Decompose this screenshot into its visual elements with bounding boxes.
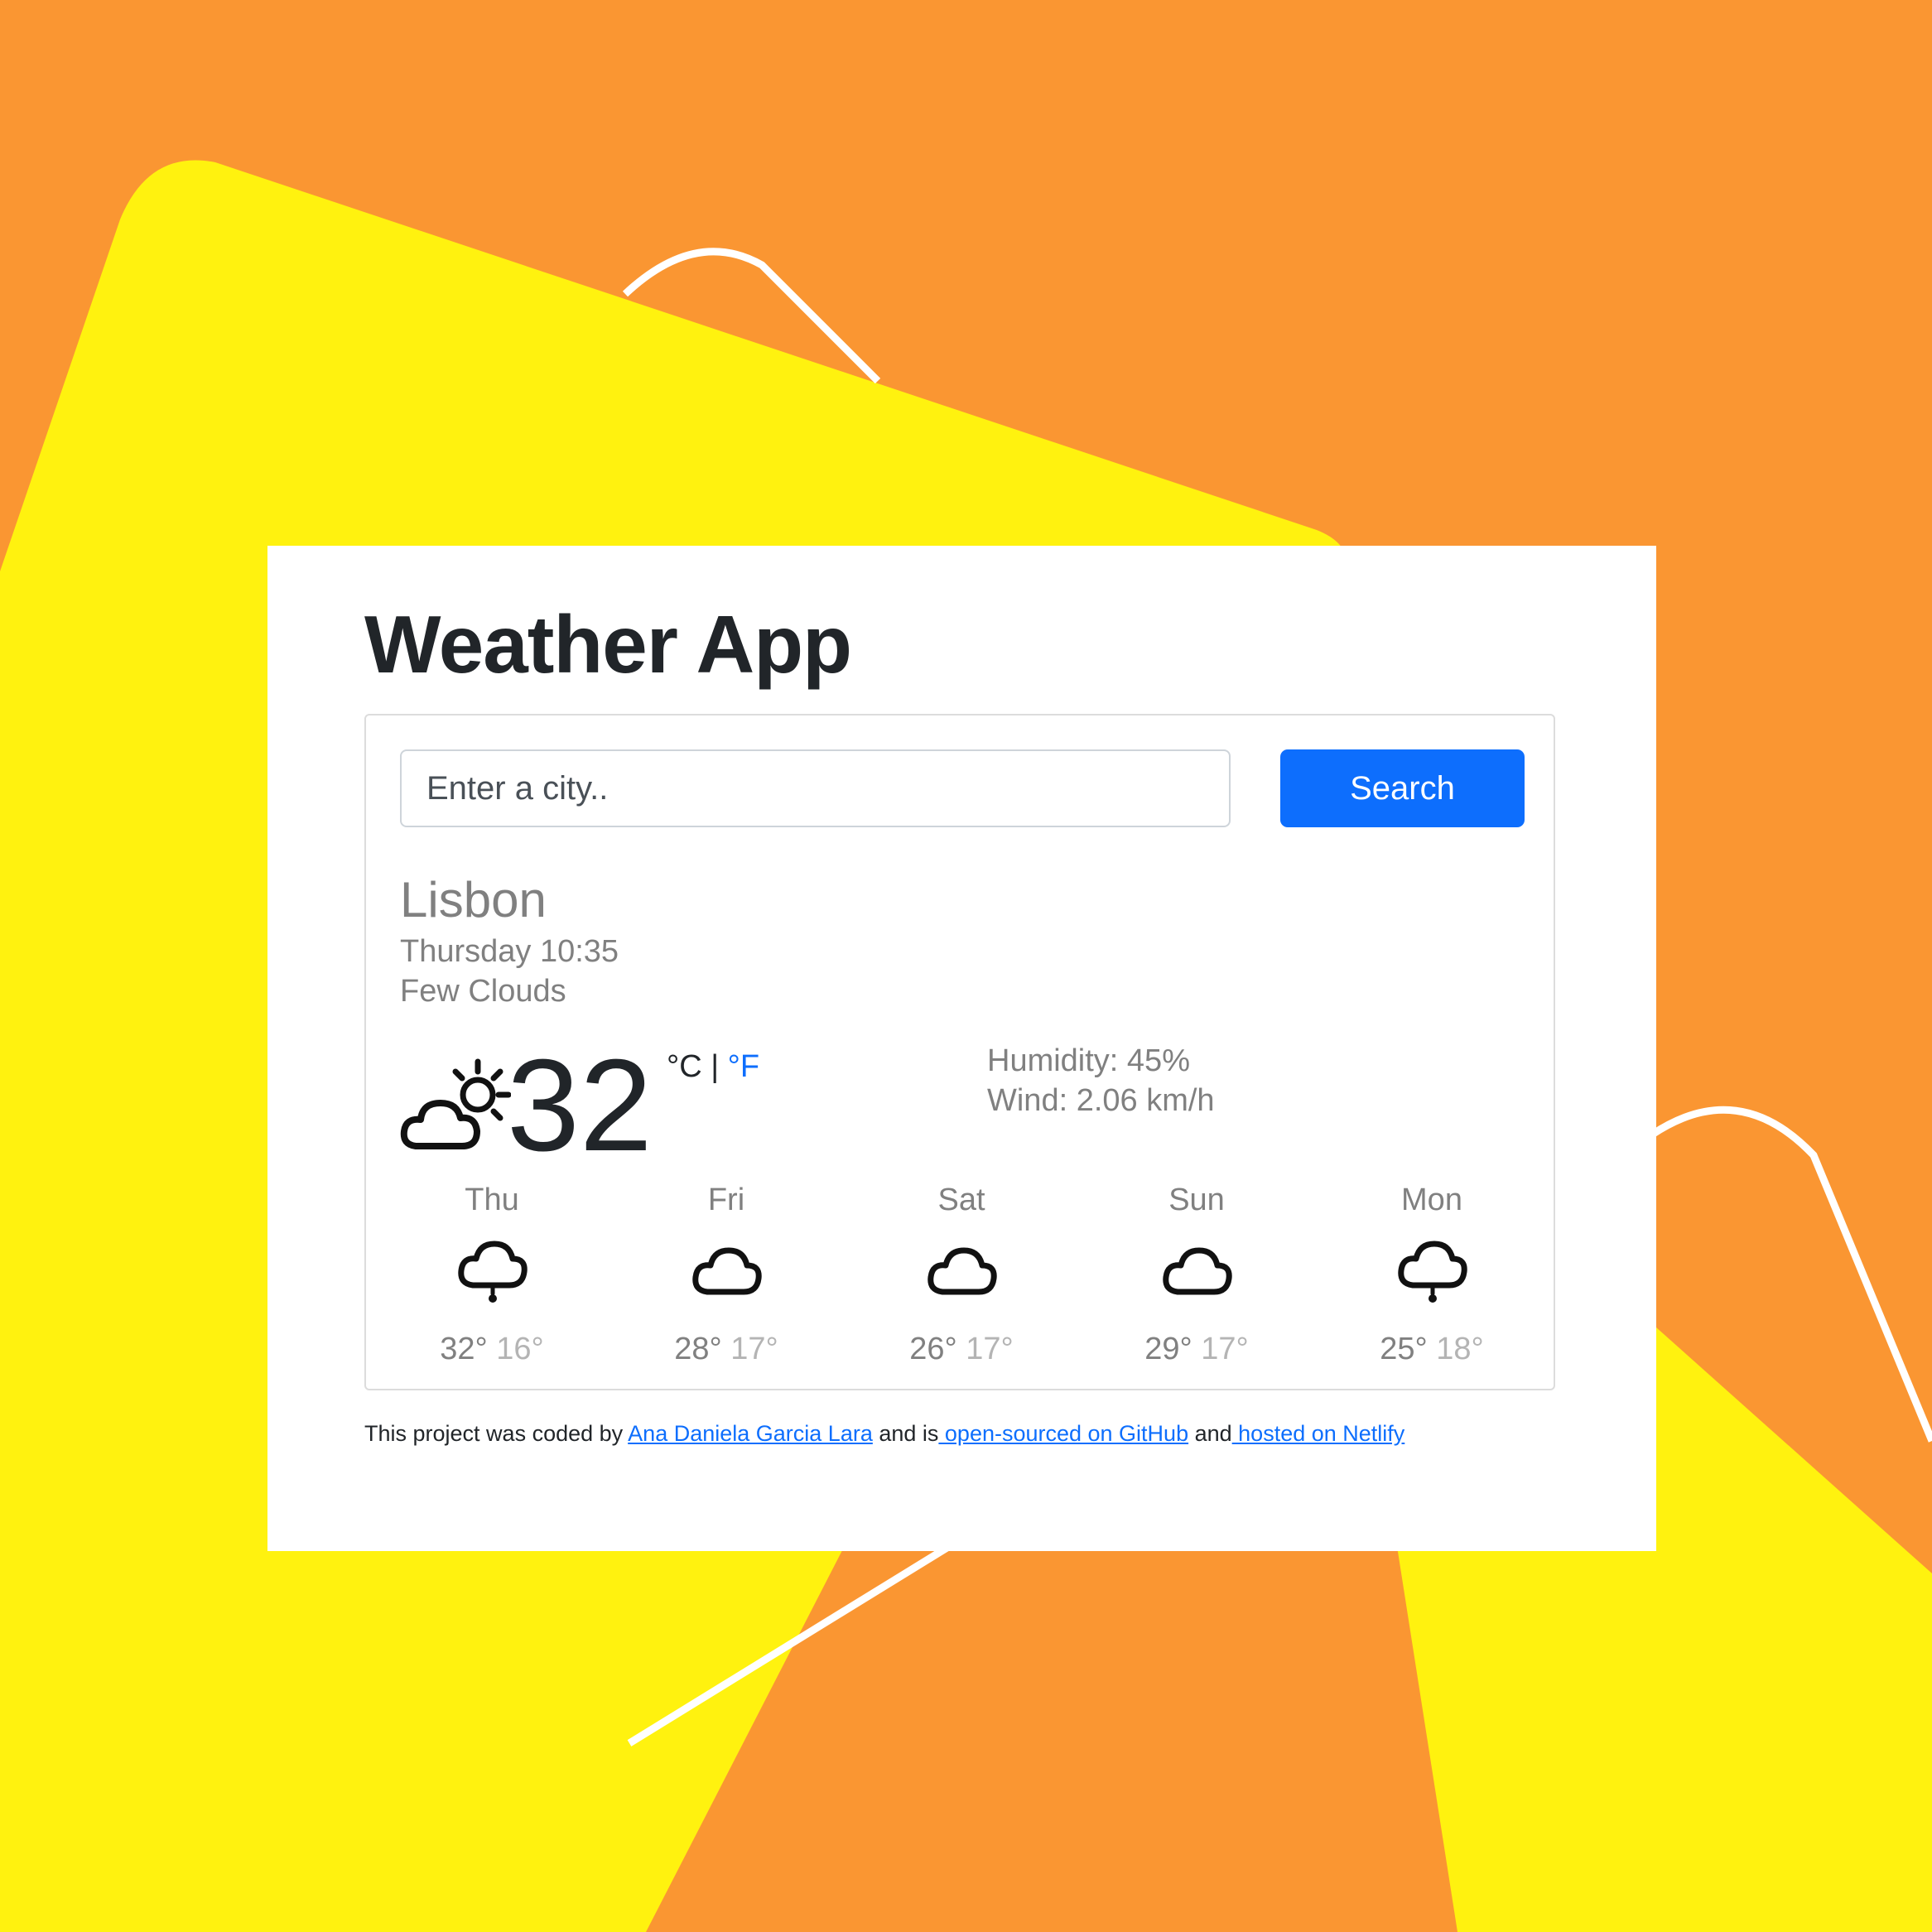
- forecast-temps: 32° 16°: [384, 1333, 600, 1365]
- forecast-day-name: Sat: [937, 1183, 985, 1217]
- forecast-day: Sat 26° 17°: [854, 1179, 1069, 1365]
- forecast-day-name: Fri: [707, 1183, 745, 1217]
- footer-prefix: This project was coded by: [364, 1421, 629, 1446]
- forecast-max-temp: 29°: [1144, 1332, 1192, 1366]
- footer-and: and: [1188, 1421, 1232, 1446]
- city-search-input[interactable]: [400, 749, 1231, 827]
- forecast-min-temp: 17°: [1201, 1332, 1249, 1366]
- forecast-day-name: Mon: [1401, 1183, 1462, 1217]
- forecast-max-temp: 32°: [440, 1332, 488, 1366]
- forecast-temps: 26° 17°: [854, 1333, 1069, 1365]
- forecast-min-temp: 17°: [966, 1332, 1014, 1366]
- search-button[interactable]: Search: [1280, 749, 1525, 827]
- forecast-day: Sun 29° 17°: [1089, 1179, 1304, 1365]
- github-link[interactable]: open-sourced on GitHub: [938, 1421, 1188, 1446]
- forecast-temps: 28° 17°: [619, 1333, 834, 1365]
- app-title: Weather App: [364, 599, 852, 690]
- rain-cloud-icon: [458, 1241, 528, 1303]
- forecast-temps: 25° 18°: [1324, 1333, 1539, 1365]
- cloud-icon: [692, 1247, 762, 1295]
- forecast-day-name: Sun: [1168, 1183, 1225, 1217]
- rain-cloud-icon: [1398, 1241, 1467, 1303]
- weather-panel: Search Lisbon Thursday 10:35 Few Clouds …: [364, 714, 1555, 1390]
- wind-text: Wind: 2.06 km/h: [987, 1083, 1215, 1118]
- partly-cloudy-icon: [400, 1058, 511, 1149]
- weather-description: Few Clouds: [400, 974, 566, 1009]
- cloud-icon: [927, 1247, 997, 1295]
- forecast-day: Thu 32° 16°: [384, 1179, 600, 1365]
- humidity-text: Humidity: 45%: [987, 1043, 1190, 1078]
- forecast-max-temp: 25°: [1380, 1332, 1428, 1366]
- forecast-min-temp: 17°: [730, 1332, 778, 1366]
- unit-separator: |: [711, 1049, 720, 1084]
- unit-celsius: °C: [667, 1049, 702, 1084]
- forecast-min-temp: 16°: [496, 1332, 544, 1366]
- forecast-day: Mon 25° 18°: [1324, 1179, 1539, 1365]
- forecast-row: Thu 32° 16° Fri 28° 17° Sat 26° 17° Sun …: [366, 1179, 1554, 1370]
- cloud-icon: [1163, 1247, 1232, 1295]
- current-datetime: Thursday 10:35: [400, 934, 619, 969]
- forecast-max-temp: 26°: [909, 1332, 957, 1366]
- footer-middle: and is: [872, 1421, 939, 1446]
- current-temperature: 32: [507, 1033, 653, 1178]
- city-name: Lisbon: [400, 872, 547, 927]
- forecast-min-temp: 18°: [1436, 1332, 1484, 1366]
- author-link[interactable]: Ana Daniela Garcia Lara: [628, 1421, 873, 1446]
- unit-toggle: °C | °F: [667, 1051, 759, 1082]
- forecast-temps: 29° 17°: [1089, 1333, 1304, 1365]
- forecast-day-name: Thu: [465, 1183, 519, 1217]
- weather-card: Weather App Search Lisbon Thursday 10:35…: [267, 546, 1656, 1551]
- forecast-day: Fri 28° 17°: [619, 1179, 834, 1365]
- forecast-max-temp: 28°: [674, 1332, 722, 1366]
- netlify-link[interactable]: hosted on Netlify: [1232, 1421, 1404, 1446]
- footer: This project was coded by Ana Daniela Ga…: [364, 1420, 1404, 1447]
- unit-fahrenheit-link[interactable]: °F: [728, 1049, 759, 1084]
